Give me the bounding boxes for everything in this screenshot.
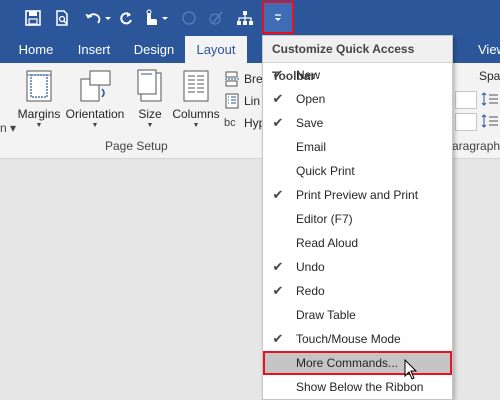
checkmark-icon: ✔ xyxy=(272,283,284,298)
redo-icon[interactable] xyxy=(116,6,136,30)
menu-item-quick-print[interactable]: Quick Print xyxy=(263,159,452,183)
undo-icon[interactable] xyxy=(83,6,113,30)
tab-layout[interactable]: Layout xyxy=(185,36,247,63)
size-label: Size xyxy=(138,107,162,121)
orientation-label: Orientation xyxy=(65,107,125,121)
hyphenation-icon: bc xyxy=(224,117,236,129)
menu-item-print-preview-and-print[interactable]: ✔ Print Preview and Print xyxy=(263,183,452,207)
chevron-down-icon: ▼ xyxy=(146,122,154,129)
menu-item-label: Redo xyxy=(296,284,325,298)
menu-item-label: Draw Table xyxy=(296,308,356,322)
line-numbers-icon xyxy=(225,93,239,109)
columns-label: Columns xyxy=(172,107,220,121)
checkmark-icon: ✔ xyxy=(272,115,284,130)
line-numbers-label: Lin xyxy=(244,94,261,108)
chevron-down-icon: ▼ xyxy=(91,122,99,129)
line-numbers-button[interactable]: Lin xyxy=(224,91,260,111)
menu-item-undo[interactable]: ✔ Undo xyxy=(263,255,452,279)
menu-item-label: Undo xyxy=(296,260,325,274)
menu-item-draw-table[interactable]: Draw Table xyxy=(263,303,452,327)
menu-items: ✔ New ✔ Open ✔ Save Email Quick Print ✔ Print Pre… xyxy=(263,63,452,399)
menu-item-label: Open xyxy=(296,92,326,106)
spacing-before-input[interactable] xyxy=(455,91,477,109)
menu-item-email[interactable]: Email xyxy=(263,135,452,159)
menu-item-label: Touch/Mouse Mode xyxy=(296,332,401,346)
menu-item-label: New xyxy=(296,68,321,82)
page-setup-group-label: Page Setup xyxy=(105,139,168,153)
tab-view[interactable]: View xyxy=(478,36,500,63)
draw-table-icon xyxy=(206,6,226,30)
spacing-after-input[interactable] xyxy=(455,113,477,131)
menu-item-new[interactable]: ✔ New xyxy=(263,63,452,87)
margins-button[interactable]: Margins ▼ xyxy=(15,69,63,129)
orientation-button[interactable]: Orientation ▼ xyxy=(64,69,126,129)
tab-home[interactable]: Home xyxy=(10,36,62,63)
menu-item-label: Quick Print xyxy=(296,164,355,178)
columns-button[interactable]: Columns ▼ xyxy=(170,69,222,129)
menu-item-show-below-the-ribbon[interactable]: Show Below the Ribbon xyxy=(263,375,452,399)
checkmark-icon: ✔ xyxy=(272,91,284,106)
spacing-label: Spac xyxy=(479,69,500,83)
checkmark-icon: ✔ xyxy=(272,187,284,202)
spacing-after-icon xyxy=(481,113,499,132)
checkmark-icon: ✔ xyxy=(272,259,284,274)
customize-qat-button[interactable] xyxy=(262,1,294,34)
menu-item-label: Save xyxy=(296,116,324,130)
menu-item-redo[interactable]: ✔ Redo xyxy=(263,279,452,303)
menu-item-editor-f7[interactable]: Editor (F7) xyxy=(263,207,452,231)
print-preview-icon[interactable] xyxy=(51,6,73,30)
spacing-before-icon xyxy=(481,91,499,110)
chevron-down-icon: ▼ xyxy=(192,122,200,129)
menu-item-save[interactable]: ✔ Save xyxy=(263,111,452,135)
quick-access-toolbar xyxy=(0,0,500,36)
mouse-pointer-icon xyxy=(404,358,418,384)
margins-label: Margins xyxy=(17,107,61,121)
menu-item-label: Print Preview and Print xyxy=(296,188,419,202)
hierarchy-icon[interactable] xyxy=(234,6,256,30)
disabled-circle-icon xyxy=(180,6,198,30)
breaks-label: Bre xyxy=(244,72,263,86)
tab-design[interactable]: Design xyxy=(126,36,182,63)
menu-item-open[interactable]: ✔ Open xyxy=(263,87,452,111)
size-icon xyxy=(137,69,162,102)
menu-item-touch-mouse-mode[interactable]: ✔ Touch/Mouse Mode xyxy=(263,327,452,351)
columns-icon xyxy=(183,70,209,102)
tab-insert[interactable]: Insert xyxy=(68,36,120,63)
customize-qat-menu: Customize Quick Access Toolbar ✔ New ✔ Open… xyxy=(262,35,453,400)
checkmark-icon: ✔ xyxy=(272,331,284,346)
menu-item-label: More Commands... xyxy=(296,356,399,370)
menu-title: Customize Quick Access Toolbar xyxy=(263,36,452,83)
margins-icon xyxy=(26,70,52,102)
customize-qat-icon xyxy=(275,13,281,21)
breaks-button[interactable]: Bre xyxy=(224,69,263,89)
checkmark-icon: ✔ xyxy=(272,67,284,82)
orientation-icon xyxy=(80,70,111,102)
size-button[interactable]: Size ▼ xyxy=(133,69,167,129)
breaks-icon xyxy=(225,71,239,87)
paragraph-group-label: aragraph xyxy=(452,139,500,153)
cut-off-caret: n ▾ xyxy=(0,121,17,135)
touch-mode-icon[interactable] xyxy=(140,6,170,30)
menu-item-label: Read Aloud xyxy=(296,236,359,250)
menu-item-read-aloud[interactable]: Read Aloud xyxy=(263,231,452,255)
hyphenation-button[interactable]: bc Hyp xyxy=(224,113,265,133)
chevron-down-icon: ▼ xyxy=(35,122,43,129)
menu-item-more-commands[interactable]: More Commands... xyxy=(263,351,452,375)
save-icon[interactable] xyxy=(22,6,44,30)
menu-item-label: Editor (F7) xyxy=(296,212,353,226)
menu-item-label: Email xyxy=(296,140,327,154)
